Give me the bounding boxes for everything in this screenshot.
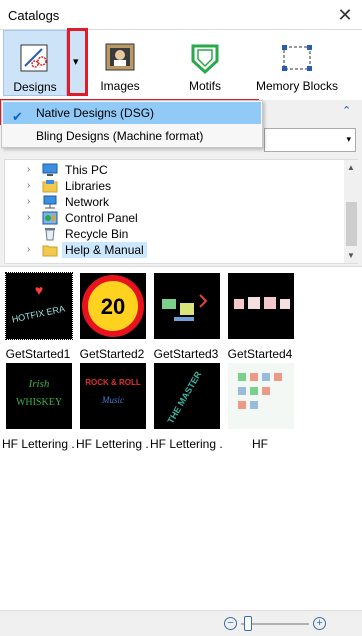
- tree-item-label: Recycle Bin: [65, 227, 129, 241]
- tree-scrollbar[interactable]: ▲ ▼: [344, 160, 359, 263]
- menu-item-label: Native Designs (DSG): [36, 106, 155, 120]
- motifs-button[interactable]: Motifs: [172, 30, 238, 96]
- svg-text:20: 20: [101, 294, 125, 319]
- design-thumbnail: 20: [80, 273, 146, 339]
- design-gallery: ♥ HOTFIX ERA GetStarted1 20 GetStarted2: [0, 266, 362, 610]
- expand-icon[interactable]: ›: [27, 162, 30, 178]
- expand-icon[interactable]: ›: [27, 178, 30, 194]
- gallery-item[interactable]: GetStarted4: [224, 269, 296, 361]
- expand-icon[interactable]: ›: [27, 194, 30, 210]
- chevron-down-icon: ▾: [346, 134, 351, 144]
- motifs-icon: [191, 44, 219, 75]
- design-thumbnail: ROCK & ROLL Music: [80, 363, 146, 429]
- scroll-up-icon[interactable]: ▲: [347, 163, 355, 172]
- computer-icon: [42, 163, 58, 176]
- designs-button[interactable]: Designs: [3, 30, 67, 96]
- tree-item-this-pc[interactable]: › This PC: [5, 162, 335, 178]
- designs-icon: [20, 44, 48, 72]
- zoom-out-icon[interactable]: −: [224, 617, 237, 630]
- expand-icon[interactable]: ›: [27, 210, 30, 226]
- zoom-in-icon[interactable]: +: [313, 617, 326, 630]
- memory-blocks-icon: [282, 45, 312, 71]
- tree-item-libraries[interactable]: › Libraries: [5, 178, 335, 194]
- tree-item-help-manual[interactable]: › Help & Manual: [5, 242, 335, 258]
- memory-blocks-button[interactable]: Memory Blocks: [256, 30, 338, 96]
- tree-item-label: Network: [65, 195, 110, 209]
- folder-icon: [42, 245, 58, 257]
- panel-title: Catalogs: [8, 8, 60, 23]
- gallery-item[interactable]: ♥ HOTFIX ERA GetStarted1: [2, 269, 74, 361]
- tree-item-recycle-bin[interactable]: Recycle Bin: [5, 226, 335, 242]
- memory-blocks-label: Memory Blocks: [256, 79, 339, 93]
- catalogs-panel: Catalogs ✕ Designs ▾ Images Motifs Memor…: [0, 0, 362, 636]
- design-thumbnail: [228, 273, 294, 339]
- design-thumbnail: [154, 273, 220, 339]
- tree-item-label: Control Panel: [65, 211, 138, 225]
- gallery-caption: HF Lettering ...: [76, 437, 148, 451]
- images-label: Images: [100, 79, 140, 93]
- design-thumbnail: THE MASTER: [154, 363, 220, 429]
- svg-text:ROCK & ROLL: ROCK & ROLL: [85, 378, 141, 387]
- images-icon: [105, 43, 135, 71]
- close-button[interactable]: ✕: [333, 3, 357, 27]
- chevron-down-icon: ▾: [73, 56, 79, 68]
- gallery-caption: HF Lettering ...: [2, 437, 74, 451]
- design-thumbnail: [228, 363, 294, 429]
- svg-text:Irish: Irish: [28, 378, 50, 390]
- gallery-caption: HF: [252, 437, 268, 451]
- gallery-item[interactable]: 20 GetStarted2: [76, 269, 148, 361]
- design-thumbnail: Irish WHISKEY: [6, 363, 72, 429]
- gallery-caption: HF Lettering ...: [150, 437, 222, 451]
- libraries-icon: [42, 180, 58, 193]
- images-button[interactable]: Images: [92, 30, 148, 96]
- svg-text:WHISKEY: WHISKEY: [16, 397, 62, 408]
- scroll-thumb[interactable]: [346, 202, 357, 246]
- tree-item-network[interactable]: › Network: [5, 194, 335, 210]
- control-panel-icon: [42, 211, 58, 225]
- recycle-bin-icon: [45, 228, 55, 241]
- motifs-label: Motifs: [188, 79, 221, 93]
- tree-item-label: This PC: [65, 163, 108, 177]
- tree-item-control-panel[interactable]: › Control Panel: [5, 210, 335, 226]
- folder-tree: › This PC › Libraries › Network › Contro…: [4, 159, 359, 264]
- designs-dropdown-button[interactable]: ▾: [69, 30, 87, 96]
- expand-icon[interactable]: ›: [27, 242, 30, 258]
- network-icon: [43, 195, 57, 209]
- designs-label: Designs: [13, 80, 57, 94]
- tree-item-label: Help & Manual: [62, 242, 147, 258]
- gallery-item[interactable]: ROCK & ROLL Music HF Lettering ...: [76, 359, 148, 451]
- title-bar: Catalogs ✕: [0, 0, 362, 30]
- svg-text:♥: ♥: [35, 282, 43, 298]
- menu-item-label: Bling Designs (Machine format): [36, 129, 204, 143]
- gallery-item[interactable]: Irish WHISKEY HF Lettering ...: [2, 359, 74, 451]
- zoom-slider-thumb[interactable]: [244, 616, 252, 631]
- design-type-menu: ✔ Native Designs (DSG) Bling Designs (Ma…: [1, 100, 263, 148]
- scroll-down-icon[interactable]: ▼: [347, 251, 355, 260]
- catalog-combo[interactable]: ▾: [264, 128, 356, 152]
- gallery-item[interactable]: HF: [224, 359, 296, 451]
- menu-item-native-designs[interactable]: ✔ Native Designs (DSG): [3, 102, 261, 124]
- gallery-item[interactable]: THE MASTER HF Lettering ...: [150, 359, 222, 451]
- status-bar: − +: [0, 610, 362, 636]
- gallery-item[interactable]: GetStarted3: [150, 269, 222, 361]
- design-thumbnail: ♥ HOTFIX ERA: [5, 272, 73, 340]
- menu-item-bling-designs[interactable]: Bling Designs (Machine format): [3, 125, 261, 147]
- svg-text:Music: Music: [101, 395, 124, 405]
- collapse-icon[interactable]: ⌃: [342, 104, 351, 117]
- toolbar: Designs ▾ Images Motifs Memory Blocks: [0, 30, 362, 100]
- tree-item-label: Libraries: [65, 179, 112, 193]
